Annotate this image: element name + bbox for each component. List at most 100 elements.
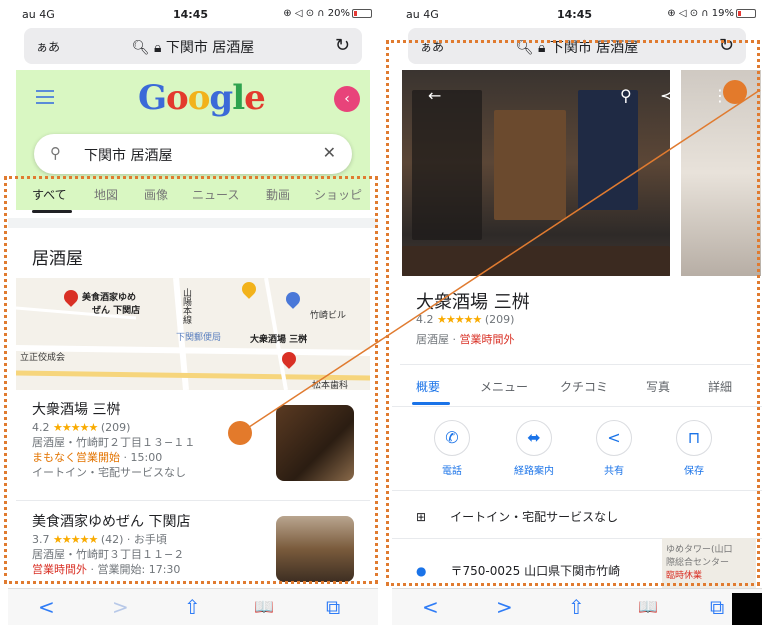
back-icon[interactable]: <	[422, 595, 439, 619]
bookmarks-icon[interactable]: 📖	[638, 597, 658, 616]
divider	[392, 490, 762, 491]
section-title: 居酒屋	[32, 249, 83, 269]
right-phone-screen: au 4G 14:45 ⊕ ◁ ⊙ ∩ 19% ぁあ 🔍︎ 🔒︎ 下関市 居酒屋…	[392, 0, 762, 625]
map-label: 大衆酒場 三桝	[250, 335, 308, 345]
map-label: 立正佼成会	[20, 353, 66, 363]
bookmark-icon: ⊓	[676, 420, 712, 456]
tab-shopping[interactable]: ショッピ	[314, 186, 362, 203]
map-label: 美食酒家ゆめ	[82, 293, 137, 303]
share-icon[interactable]: ≺	[660, 86, 673, 105]
address-bar[interactable]: ぁあ 🔍︎ 🔒︎ 下関市 居酒屋 ↻	[24, 28, 362, 64]
tab-details[interactable]: 詳細	[708, 378, 732, 395]
battery-percent: 20%	[327, 8, 350, 19]
battery-percent: 19%	[711, 8, 734, 19]
open-status: まもなく営業開始	[32, 451, 120, 464]
search-icon: 🔍︎	[515, 40, 534, 56]
google-doodle-logo[interactable]: Google	[138, 78, 266, 118]
hamburger-icon[interactable]	[36, 86, 54, 108]
map-label: 山陽本線	[181, 288, 191, 324]
tab-news[interactable]: ニュース	[192, 186, 239, 203]
tabs-icon[interactable]: ⧉	[710, 595, 724, 619]
tabs-icon[interactable]: ⧉	[326, 595, 340, 619]
forward-icon[interactable]: >	[112, 595, 129, 619]
map-label: 竹崎ビル	[310, 311, 347, 321]
service-info: ⊞ イートイン・宅配サービスなし	[416, 510, 619, 524]
search-icon[interactable]: ⚲	[620, 86, 632, 105]
back-icon[interactable]: <	[38, 595, 55, 619]
rating-value: 3.7	[32, 533, 50, 546]
search-tabs: すべて 地図 画像 ニュース 動画 ショッピ	[8, 186, 378, 214]
carrier-label: au 4G	[406, 8, 439, 21]
call-button[interactable]: ✆ 電話	[422, 420, 482, 477]
star-rating: ★★★★★	[53, 533, 98, 546]
clock: 14:45	[557, 8, 593, 21]
tab-reviews[interactable]: クチコミ	[560, 378, 608, 395]
share-button[interactable]: < 共有	[584, 420, 644, 477]
phone-icon: ✆	[434, 420, 470, 456]
tab-all[interactable]: すべて	[32, 186, 67, 203]
search-input[interactable]: ⚲ 下関市 居酒屋 ✕	[34, 134, 352, 174]
store-icon: ⊞	[416, 510, 427, 524]
address-row[interactable]: ● 〒750-0025 山口県下関市竹崎	[416, 562, 620, 579]
reload-icon[interactable]: ↻	[335, 35, 350, 56]
tab-images[interactable]: 画像	[144, 186, 168, 203]
lock-icon: 🔒︎	[153, 40, 162, 56]
url-text: 下関市 居酒屋	[549, 40, 639, 56]
star-rating: ★★★★★	[53, 421, 98, 434]
open-status: 営業時間外	[32, 563, 87, 576]
map-preview[interactable]: 美食酒家ゆめ ぜん 下関店 下関郵便局 大衆酒場 三桝 竹崎ビル 立正佼成会 山…	[16, 278, 370, 390]
forward-icon[interactable]: >	[496, 595, 513, 619]
share-icon[interactable]: ⇧	[568, 595, 585, 619]
active-tab-indicator	[32, 210, 72, 213]
battery-icon	[352, 9, 372, 18]
action-label: 電話	[442, 466, 462, 477]
close-icon[interactable]: ✕	[323, 143, 336, 162]
action-label: 共有	[604, 466, 624, 477]
result-photo[interactable]	[276, 516, 354, 582]
directions-icon: ⬌	[516, 420, 552, 456]
back-arrow-icon[interactable]: ←	[428, 86, 441, 105]
address-bar[interactable]: ぁあ 🔍︎ 🔒︎ 下関市 居酒屋 ↻	[408, 28, 746, 64]
share-icon[interactable]: ‹	[334, 86, 360, 112]
location-pin-icon: ●	[416, 564, 427, 578]
tab-videos[interactable]: 動画	[266, 186, 290, 203]
divider	[400, 364, 754, 365]
active-tab-indicator	[412, 402, 450, 405]
open-status: 営業時間外	[459, 333, 515, 346]
search-icon: 🔍︎	[131, 40, 150, 56]
result-photo[interactable]	[276, 405, 354, 481]
reload-icon[interactable]: ↻	[719, 35, 734, 56]
annotation-dot	[723, 80, 747, 104]
search-icon: ⚲	[50, 144, 61, 162]
url-text: 下関市 居酒屋	[165, 40, 255, 56]
open-time: · 15:00	[123, 451, 163, 464]
rating-value: 4.2	[416, 313, 434, 326]
divider	[16, 500, 370, 501]
clock: 14:45	[173, 8, 209, 21]
action-label: 経路案内	[514, 466, 554, 477]
share-icon: <	[596, 420, 632, 456]
annotation-dot	[228, 421, 252, 445]
review-count[interactable]: (209)	[485, 313, 515, 326]
map-label: ぜん 下関店	[92, 306, 141, 316]
tab-photos[interactable]: 写真	[646, 378, 670, 395]
tab-overview[interactable]: 概要	[416, 378, 440, 395]
place-tabs: 概要 メニュー クチコミ 写真 詳細	[392, 378, 762, 408]
tab-menu[interactable]: メニュー	[480, 378, 528, 395]
price-level: · お手頃	[126, 533, 167, 546]
directions-button[interactable]: ⬌ 経路案内	[504, 420, 564, 477]
mini-map[interactable]: ゆめタワー(山口 際総合センター 臨時休業	[662, 538, 756, 588]
carrier-label: au 4G	[22, 8, 55, 21]
place-type: 居酒屋	[416, 333, 449, 346]
share-icon[interactable]: ⇧	[184, 595, 201, 619]
tab-maps[interactable]: 地図	[94, 186, 118, 203]
bookmarks-icon[interactable]: 📖	[254, 597, 274, 616]
battery-icon	[736, 9, 756, 18]
rating-value: 4.2	[32, 421, 50, 434]
divider	[392, 406, 762, 407]
review-count: (209)	[100, 421, 131, 434]
left-phone-screen: au 4G 14:45 ⊕ ◁ ⊙ ∩ 20% ぁあ 🔍︎ 🔒︎ 下関市 居酒屋…	[8, 0, 378, 625]
map-label: 下関郵便局	[176, 333, 222, 343]
save-button[interactable]: ⊓ 保存	[664, 420, 724, 477]
black-box	[732, 593, 762, 625]
